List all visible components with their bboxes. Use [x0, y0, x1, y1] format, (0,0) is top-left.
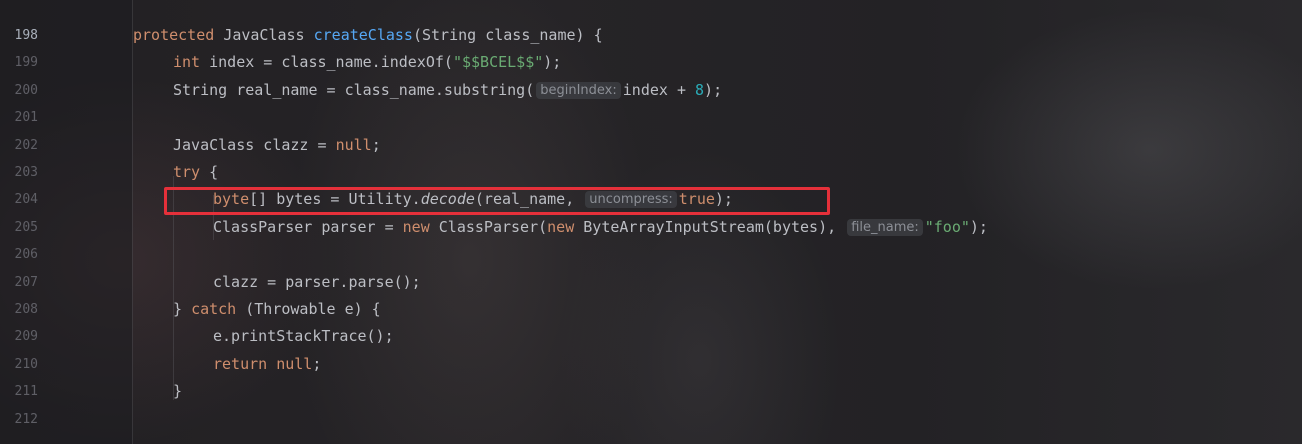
line-number: 199	[14, 55, 38, 70]
code-line[interactable]: int index = class_name.indexOf("$$BCEL$$…	[173, 53, 561, 71]
line-number: 212	[14, 412, 38, 427]
code-line[interactable]: } catch (Throwable e) {	[173, 300, 381, 318]
code-token: protected	[133, 26, 224, 44]
code-line[interactable]: protected JavaClass createClass(String c…	[133, 26, 603, 44]
line-number: 208	[14, 302, 38, 317]
code-token: );	[704, 81, 723, 99]
code-token: index = class_name.indexOf(	[209, 53, 453, 71]
code-token: createClass	[313, 26, 413, 44]
code-token: "foo"	[924, 218, 970, 236]
line-number: 200	[14, 83, 38, 98]
code-token: "$$BCEL$$"	[452, 53, 544, 71]
code-token: }	[173, 300, 192, 318]
line-number: 202	[14, 138, 38, 153]
gutter-divider	[132, 0, 133, 444]
code-token: catch	[191, 300, 246, 318]
parameter-hint: beginIndex:	[536, 82, 621, 99]
line-number: 203	[14, 165, 38, 180]
code-token: JavaClass clazz =	[173, 136, 336, 154]
code-token: ClassParser(	[438, 218, 548, 236]
code-line[interactable]: try {	[173, 163, 218, 181]
line-number: 211	[14, 384, 38, 399]
code-token: {	[209, 163, 219, 181]
code-token: ClassParser parser =	[213, 218, 403, 236]
line-number: 204	[14, 192, 38, 207]
code-token: ByteArrayInputStream(bytes),	[583, 218, 846, 236]
line-number: 198	[14, 28, 38, 43]
line-number: 207	[14, 275, 38, 290]
code-line[interactable]: JavaClass clazz = null;	[173, 136, 381, 154]
code-token: e.printStackTrace();	[213, 327, 394, 345]
line-number: 201	[14, 110, 38, 125]
code-line[interactable]: return null;	[213, 355, 321, 373]
parameter-hint: file_name:	[847, 219, 923, 236]
code-token: index +	[622, 81, 696, 99]
code-token: String real_name = class_name.substring(	[173, 81, 535, 99]
code-line[interactable]: }	[173, 382, 182, 400]
code-token: int	[173, 53, 210, 71]
code-line[interactable]: e.printStackTrace();	[213, 327, 394, 345]
code-token: JavaClass	[223, 26, 314, 44]
code-token: (String class_name) {	[412, 26, 603, 44]
code-line[interactable]: String real_name = class_name.substring(…	[173, 81, 722, 99]
code-token: 8	[695, 81, 705, 99]
code-token: new	[402, 218, 439, 236]
code-token: }	[173, 382, 183, 400]
line-number: 210	[14, 357, 38, 372]
code-token: );	[543, 53, 562, 71]
code-token: null	[335, 136, 372, 154]
highlight-box	[164, 187, 830, 215]
code-line[interactable]: clazz = parser.parse();	[213, 273, 421, 291]
code-token: ;	[312, 355, 322, 373]
code-token: return null	[213, 355, 313, 373]
code-token: new	[547, 218, 584, 236]
code-token: (Throwable e) {	[245, 300, 381, 318]
line-number: 205	[14, 220, 38, 235]
code-line[interactable]: ClassParser parser = new ClassParser(new…	[213, 218, 988, 236]
code-token: clazz = parser.parse();	[213, 273, 421, 291]
line-number: 209	[14, 329, 38, 344]
code-token: ;	[371, 136, 381, 154]
code-token: );	[969, 218, 988, 236]
line-number: 206	[14, 247, 38, 262]
code-token: try	[173, 163, 210, 181]
